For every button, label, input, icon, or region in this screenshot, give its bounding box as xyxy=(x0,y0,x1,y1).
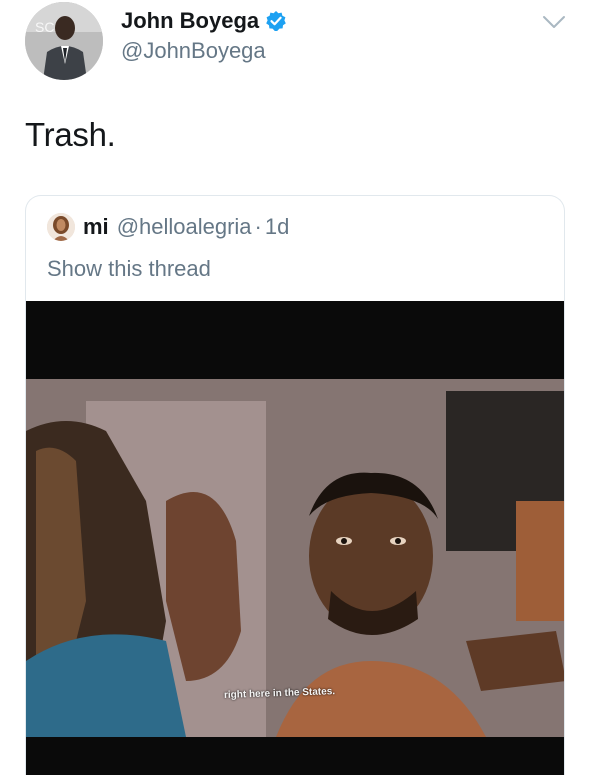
author-handle[interactable]: @JohnBoyega xyxy=(121,38,266,64)
quoted-tweet-card[interactable]: mi @helloalegria · 1d Show this thread r… xyxy=(25,195,565,775)
tweet-text: Trash. xyxy=(25,116,116,153)
show-thread-link[interactable]: Show this thread xyxy=(47,256,211,282)
quoted-avatar-image xyxy=(47,213,75,241)
quoted-separator: · xyxy=(254,214,262,239)
quoted-author-avatar[interactable] xyxy=(47,213,75,241)
tweet: SC John Boyega @JohnBoyega Trash. mi @he… xyxy=(0,0,590,775)
author-avatar[interactable]: SC xyxy=(25,2,103,80)
verified-badge-icon xyxy=(265,10,287,32)
quoted-video[interactable]: right here in the States. xyxy=(26,301,564,775)
author-display-name[interactable]: John Boyega xyxy=(121,8,259,34)
quoted-timestamp[interactable]: 1d xyxy=(265,214,289,240)
quoted-tweet-header: mi @helloalegria · 1d xyxy=(47,213,289,241)
svg-text:SC: SC xyxy=(35,19,54,35)
video-frame-image xyxy=(26,301,564,775)
avatar-image: SC xyxy=(25,2,103,80)
quoted-display-name[interactable]: mi xyxy=(83,214,109,240)
chevron-down-icon[interactable] xyxy=(542,14,566,30)
author-name-row: John Boyega xyxy=(121,8,287,34)
quoted-handle[interactable]: @helloalegria xyxy=(117,214,252,240)
